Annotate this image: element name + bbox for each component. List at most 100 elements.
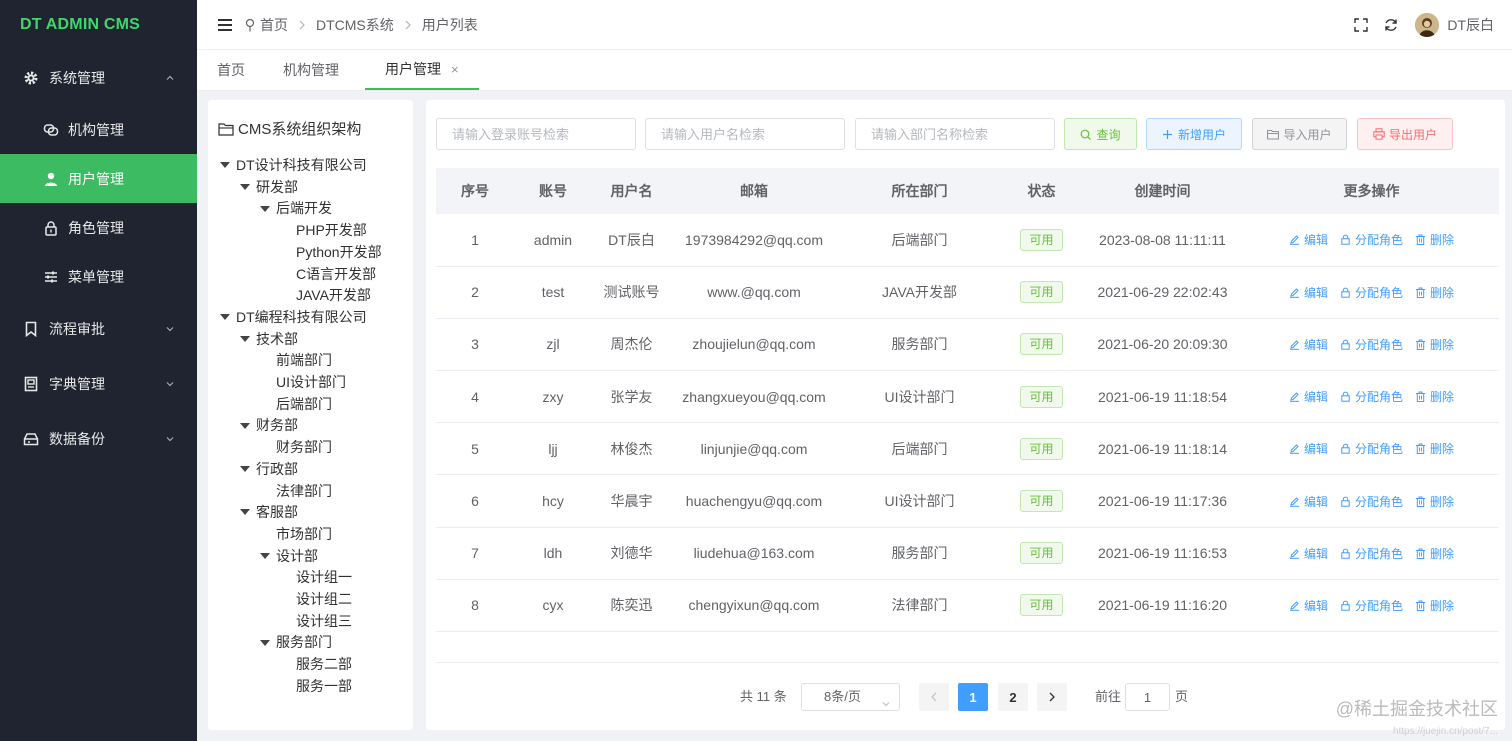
status-badge: 可用 <box>1020 594 1063 617</box>
assign-role-button[interactable]: 分配角色 <box>1340 284 1403 301</box>
refresh-icon[interactable] <box>1383 17 1399 33</box>
menu-toggle-icon[interactable] <box>218 18 232 32</box>
caret-down-icon[interactable] <box>260 205 270 212</box>
tab-org[interactable]: 机构管理 <box>265 50 365 90</box>
tree-node[interactable]: 法律部门 <box>260 481 332 502</box>
tree-node[interactable]: 服务一部 <box>280 676 352 697</box>
assign-role-button[interactable]: 分配角色 <box>1340 388 1403 405</box>
tree-node[interactable]: 研发部 <box>240 177 298 198</box>
delete-button[interactable]: 删除 <box>1415 493 1454 510</box>
delete-button[interactable]: 删除 <box>1415 597 1454 614</box>
caret-down-icon[interactable] <box>240 183 250 190</box>
sliders-icon <box>42 268 60 286</box>
edit-button[interactable]: 编辑 <box>1289 597 1328 614</box>
assign-role-button[interactable]: 分配角色 <box>1340 597 1403 614</box>
tree-node[interactable]: 客服部 <box>240 502 298 523</box>
assign-role-label: 分配角色 <box>1354 285 1403 300</box>
fullscreen-icon[interactable] <box>1353 17 1369 33</box>
close-icon[interactable]: × <box>451 62 459 77</box>
tree-node[interactable]: Python开发部 <box>280 242 382 263</box>
prev-page-button[interactable] <box>919 683 949 711</box>
export-user-button[interactable]: 导出用户 <box>1357 118 1453 150</box>
tree-node[interactable]: 后端部门 <box>260 394 332 415</box>
menu-backup[interactable]: 数据备份 <box>0 411 197 466</box>
tree-node[interactable]: 设计部 <box>260 546 318 567</box>
table-row: 1 admin DT辰白 1973984292@qq.com 后端部门 可用 2023-08… <box>436 214 1499 267</box>
assign-role-button[interactable]: 分配角色 <box>1340 336 1403 353</box>
tree-node[interactable]: DT设计科技有限公司 <box>220 155 367 176</box>
caret-down-icon[interactable] <box>260 639 270 646</box>
tree-node[interactable]: 财务部 <box>240 415 298 436</box>
caret-down-icon[interactable] <box>220 314 230 321</box>
tree-node[interactable]: JAVA开发部 <box>280 285 371 306</box>
tree-node[interactable]: DT编程科技有限公司 <box>220 307 367 328</box>
username-search-input[interactable] <box>645 118 845 150</box>
sidebar-item-users[interactable]: 用户管理 <box>0 154 197 203</box>
delete-button[interactable]: 删除 <box>1415 388 1454 405</box>
caret-down-icon[interactable] <box>260 552 270 559</box>
edit-button[interactable]: 编辑 <box>1289 440 1328 457</box>
dept-search-input[interactable] <box>855 118 1055 150</box>
add-user-button[interactable]: 新增用户 <box>1146 118 1242 150</box>
edit-button[interactable]: 编辑 <box>1289 493 1328 510</box>
tree-node[interactable]: 行政部 <box>240 459 298 480</box>
assign-role-button[interactable]: 分配角色 <box>1340 440 1403 457</box>
delete-button[interactable]: 删除 <box>1415 440 1454 457</box>
import-user-button[interactable]: 导入用户 <box>1252 118 1347 150</box>
caret-down-icon[interactable] <box>240 509 250 516</box>
tree-node[interactable]: 技术部 <box>240 329 298 350</box>
edit-button[interactable]: 编辑 <box>1289 231 1328 248</box>
breadcrumb-system[interactable]: DTCMS系统 <box>316 15 394 35</box>
sidebar-item-menus[interactable]: 菜单管理 <box>0 252 197 301</box>
delete-button[interactable]: 删除 <box>1415 284 1454 301</box>
menu-workflow[interactable]: 流程审批 <box>0 301 197 356</box>
search-button[interactable]: 查询 <box>1064 118 1137 150</box>
tree-node[interactable]: 前端部门 <box>260 350 332 371</box>
caret-down-icon[interactable] <box>240 422 250 429</box>
tree-node[interactable]: 设计组二 <box>280 589 352 610</box>
assign-role-button[interactable]: 分配角色 <box>1340 493 1403 510</box>
edit-icon <box>1289 548 1300 559</box>
tree-node[interactable]: 财务部门 <box>260 437 332 458</box>
cell-no: 2 <box>436 266 514 319</box>
assign-role-button[interactable]: 分配角色 <box>1340 231 1403 248</box>
tab-home[interactable]: 首页 <box>197 50 265 90</box>
assign-role-button[interactable]: 分配角色 <box>1340 545 1403 562</box>
edit-icon <box>1289 443 1300 455</box>
breadcrumb-home[interactable]: 首页 <box>260 15 288 35</box>
edit-button[interactable]: 编辑 <box>1289 336 1328 353</box>
tree-node[interactable]: PHP开发部 <box>280 220 367 241</box>
tree-node[interactable]: 后端开发 <box>260 198 332 219</box>
page-size-select[interactable]: 8条/页 <box>801 683 900 711</box>
account-search-input[interactable] <box>436 118 636 150</box>
tab-users[interactable]: 用户管理 × <box>365 50 479 90</box>
edit-button[interactable]: 编辑 <box>1289 284 1328 301</box>
tree-node[interactable]: 市场部门 <box>260 524 332 545</box>
edit-button[interactable]: 编辑 <box>1289 388 1328 405</box>
delete-button[interactable]: 删除 <box>1415 545 1454 562</box>
delete-button[interactable]: 删除 <box>1415 336 1454 353</box>
delete-button[interactable]: 删除 <box>1415 231 1454 248</box>
tree-node[interactable]: 服务二部 <box>280 654 352 675</box>
menu-dictionary[interactable]: 字典管理 <box>0 356 197 411</box>
edit-button[interactable]: 编辑 <box>1289 545 1328 562</box>
username[interactable]: DT辰白 <box>1447 15 1494 35</box>
page-button-1[interactable]: 1 <box>958 683 988 711</box>
menu-system[interactable]: 系统管理 <box>0 50 197 105</box>
caret-down-icon[interactable] <box>240 335 250 342</box>
sidebar-item-roles[interactable]: 角色管理 <box>0 203 197 252</box>
caret-down-icon[interactable] <box>240 466 250 473</box>
tree-node[interactable]: 设计组一 <box>280 567 352 588</box>
next-page-button[interactable] <box>1037 683 1067 711</box>
page-button-2[interactable]: 2 <box>998 683 1028 711</box>
user-table: 序号 账号 用户名 邮箱 所在部门 状态 创建时间 更多操作 1 admin DT辰… <box>436 168 1499 633</box>
goto-page-input[interactable] <box>1125 683 1170 711</box>
tree-node[interactable]: 设计组三 <box>280 611 352 632</box>
avatar[interactable] <box>1415 13 1440 37</box>
sidebar-item-org[interactable]: 机构管理 <box>0 105 197 154</box>
tree-node[interactable]: UI设计部门 <box>260 372 346 393</box>
cell-name: 陈奕迅 <box>592 579 671 633</box>
tree-node[interactable]: 服务部门 <box>260 632 332 653</box>
tree-node[interactable]: C语言开发部 <box>280 264 376 285</box>
caret-down-icon[interactable] <box>220 162 230 169</box>
